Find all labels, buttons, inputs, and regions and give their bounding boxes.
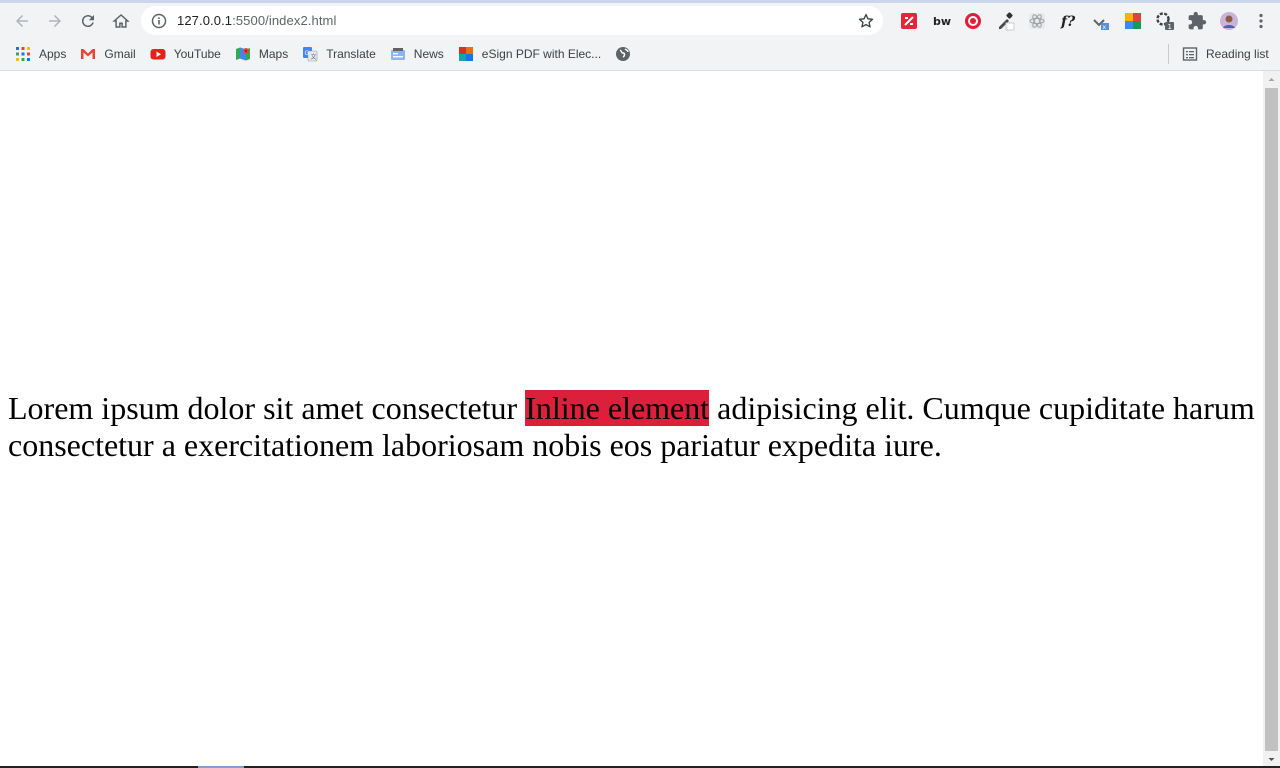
browser-toolbar: 127.0.0.1:5500/index2.html bw f? x 1: [0, 3, 1280, 38]
home-button[interactable]: [105, 5, 137, 37]
target-extension[interactable]: [957, 5, 989, 37]
bookmark-label: Translate: [326, 47, 376, 61]
bw-extension[interactable]: bw: [925, 5, 957, 37]
eyedropper-extension-icon: [999, 11, 1015, 30]
url-path: :5500/index2.html: [232, 13, 337, 28]
bookmarks-bar: Apps Gmail YouTube Maps G文 Translate New…: [0, 38, 1280, 71]
url-text[interactable]: 127.0.0.1:5500/index2.html: [177, 13, 336, 28]
scrollbar-thumb[interactable]: [1265, 88, 1278, 751]
news-icon: [390, 48, 405, 60]
bookmark-translate[interactable]: G文 Translate: [296, 41, 382, 67]
page-viewport: Lorem ipsum dolor sit amet consectetur I…: [0, 71, 1263, 768]
bookmark-youtube[interactable]: YouTube: [144, 41, 227, 67]
bookmark-globe[interactable]: [609, 41, 637, 67]
target-extension-icon: [965, 12, 981, 29]
bookmark-label: Gmail: [104, 47, 136, 61]
info-icon[interactable]: [151, 13, 167, 29]
bookmark-news[interactable]: News: [384, 41, 450, 67]
scroll-up-arrow-icon[interactable]: [1263, 71, 1280, 88]
fonts-extension-icon: f?: [1060, 14, 1076, 30]
bookmark-star-icon[interactable]: [857, 12, 875, 30]
react-extension[interactable]: [1021, 5, 1053, 37]
reading-list-button[interactable]: Reading list: [1176, 41, 1275, 67]
bookmark-apps[interactable]: Apps: [9, 41, 72, 67]
forward-button[interactable]: [39, 5, 71, 37]
menu-icon: [1259, 13, 1263, 28]
gear-badge-extension[interactable]: 1: [1149, 5, 1181, 37]
url-host: 127.0.0.1: [177, 13, 233, 28]
pdf-extension-icon: [901, 12, 917, 29]
home-icon: [112, 13, 130, 28]
chrome-menu-button[interactable]: [1245, 5, 1277, 37]
svg-text:f?: f?: [1060, 14, 1076, 30]
bookmark-maps[interactable]: Maps: [229, 41, 294, 67]
apps-grid-icon: [16, 47, 30, 61]
reading-list-label: Reading list: [1206, 47, 1269, 61]
reading-list-icon: [1182, 47, 1198, 61]
svg-text:文: 文: [311, 53, 317, 61]
extensions-button[interactable]: [1181, 5, 1213, 37]
profile-avatar: [1220, 11, 1238, 30]
bookmark-gmail[interactable]: Gmail: [74, 41, 141, 67]
paragraph-text-before: Lorem ipsum dolor sit amet consectetur: [8, 390, 526, 426]
react-extension-icon: [1029, 12, 1045, 29]
globe-icon: [616, 47, 631, 61]
arrow-left-icon: [16, 14, 28, 27]
arrow-right-icon: [49, 14, 61, 27]
youtube-icon: [150, 49, 166, 60]
gear-badge-extension-icon: 1: [1156, 11, 1174, 31]
bookmark-label: Apps: [39, 47, 67, 61]
back-button[interactable]: [6, 5, 38, 37]
svg-text:G: G: [305, 50, 310, 57]
svg-text:1: 1: [1168, 23, 1172, 31]
profile-button[interactable]: [1213, 5, 1245, 37]
bookmarks-separator: [1168, 44, 1169, 64]
colorful-extension[interactable]: [1117, 5, 1149, 37]
downloads-extension[interactable]: x: [1085, 5, 1117, 37]
eyedropper-extension[interactable]: [989, 5, 1021, 37]
svg-text:x: x: [1103, 24, 1107, 31]
vertical-scrollbar[interactable]: [1263, 71, 1280, 768]
bookmark-label: News: [413, 47, 444, 61]
fonts-extension[interactable]: f?: [1053, 5, 1085, 37]
pdf-extension[interactable]: [893, 5, 925, 37]
bookmark-label: Maps: [258, 47, 289, 61]
inline-element-span: Inline element: [525, 390, 710, 426]
bookmark-label: eSign PDF with Elec...: [481, 47, 602, 61]
translate-icon: G文: [303, 47, 318, 62]
colorful-extension-icon: [1125, 12, 1141, 29]
gmail-icon: [81, 49, 96, 59]
downloads-extension-icon: x: [1093, 18, 1109, 31]
bookmark-label: YouTube: [173, 47, 221, 61]
extensions-area: bw f? x 1: [893, 3, 1277, 38]
reload-button[interactable]: [72, 5, 104, 37]
bookmark-esign[interactable]: eSign PDF with Elec...: [452, 41, 607, 67]
maps-icon: [235, 47, 250, 61]
esign-icon: [458, 47, 473, 61]
puzzle-icon: [1188, 11, 1207, 29]
address-bar[interactable]: 127.0.0.1:5500/index2.html: [141, 6, 883, 35]
lorem-paragraph: Lorem ipsum dolor sit amet consectetur I…: [8, 390, 1263, 463]
reload-icon: [81, 14, 94, 27]
bw-extension-icon: bw: [933, 15, 951, 28]
svg-text:bw: bw: [933, 15, 951, 28]
